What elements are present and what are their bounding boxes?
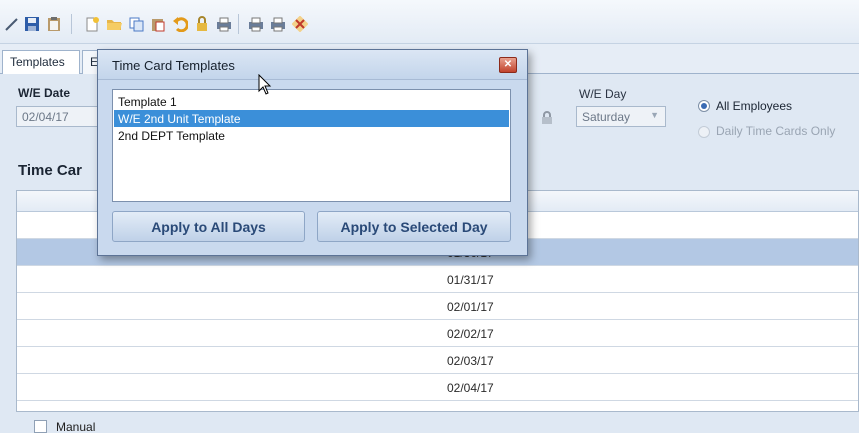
- paste-icon[interactable]: [148, 14, 168, 34]
- manual-label: Manual: [56, 420, 96, 433]
- list-item[interactable]: Template 1: [114, 93, 509, 110]
- date-cell: 02/04/17: [447, 381, 494, 395]
- open-folder-icon[interactable]: [104, 14, 124, 34]
- apply-all-button[interactable]: Apply to All Days: [112, 211, 305, 242]
- tab-templates[interactable]: Templates: [2, 50, 80, 74]
- lock-icon[interactable]: [192, 14, 212, 34]
- list-item[interactable]: W/E 2nd Unit Template: [114, 110, 509, 127]
- list-item[interactable]: 2nd DEPT Template: [114, 127, 509, 144]
- save-icon[interactable]: [22, 14, 42, 34]
- date-cell: 02/01/17: [447, 300, 494, 314]
- mouse-cursor-icon: [258, 73, 272, 99]
- copy-icon[interactable]: [126, 14, 146, 34]
- all-employees-radio[interactable]: [698, 100, 710, 112]
- we-date-field[interactable]: 02/04/17: [16, 106, 98, 127]
- date-cell: 01/31/17: [447, 273, 494, 287]
- we-date-label: W/E Date: [18, 86, 71, 100]
- print-setup-icon[interactable]: [268, 14, 288, 34]
- table-row[interactable]: 02/02/17: [17, 320, 858, 347]
- clipboard-icon[interactable]: [44, 14, 64, 34]
- templates-dialog: Time Card Templates ✕ Template 1 W/E 2nd…: [97, 49, 528, 256]
- print-preview-icon[interactable]: [246, 14, 266, 34]
- dialog-titlebar[interactable]: Time Card Templates ✕: [98, 50, 527, 80]
- print-icon[interactable]: [214, 14, 234, 34]
- daily-only-label: Daily Time Cards Only: [716, 124, 836, 138]
- tab-second[interactable]: E: [82, 50, 98, 74]
- pencil-icon[interactable]: [2, 14, 22, 34]
- date-cell: 02/03/17: [447, 354, 494, 368]
- lock-icon: [540, 111, 554, 128]
- apply-selected-button[interactable]: Apply to Selected Day: [317, 211, 511, 242]
- table-row[interactable]: 02/01/17: [17, 293, 858, 320]
- manual-checkbox[interactable]: [34, 420, 47, 433]
- close-icon[interactable]: ✕: [499, 57, 517, 73]
- table-row[interactable]: 02/03/17: [17, 347, 858, 374]
- we-day-value: Saturday: [582, 110, 631, 124]
- template-list[interactable]: Template 1 W/E 2nd Unit Template 2nd DEP…: [112, 89, 511, 202]
- table-row[interactable]: 02/04/17: [17, 374, 858, 401]
- section-title: Time Car: [18, 162, 82, 179]
- chevron-down-icon: ▼: [650, 110, 659, 120]
- cancel-icon[interactable]: [290, 14, 310, 34]
- we-day-label: W/E Day: [579, 87, 627, 101]
- table-row[interactable]: 01/31/17: [17, 266, 858, 293]
- we-day-select[interactable]: Saturday ▼: [576, 106, 666, 127]
- new-doc-icon[interactable]: [82, 14, 102, 34]
- daily-only-radio[interactable]: [698, 126, 710, 138]
- date-cell: 02/02/17: [447, 327, 494, 341]
- toolbar: [0, 0, 859, 44]
- all-employees-label: All Employees: [716, 99, 793, 113]
- dialog-title: Time Card Templates: [112, 58, 235, 73]
- undo-icon[interactable]: [170, 14, 190, 34]
